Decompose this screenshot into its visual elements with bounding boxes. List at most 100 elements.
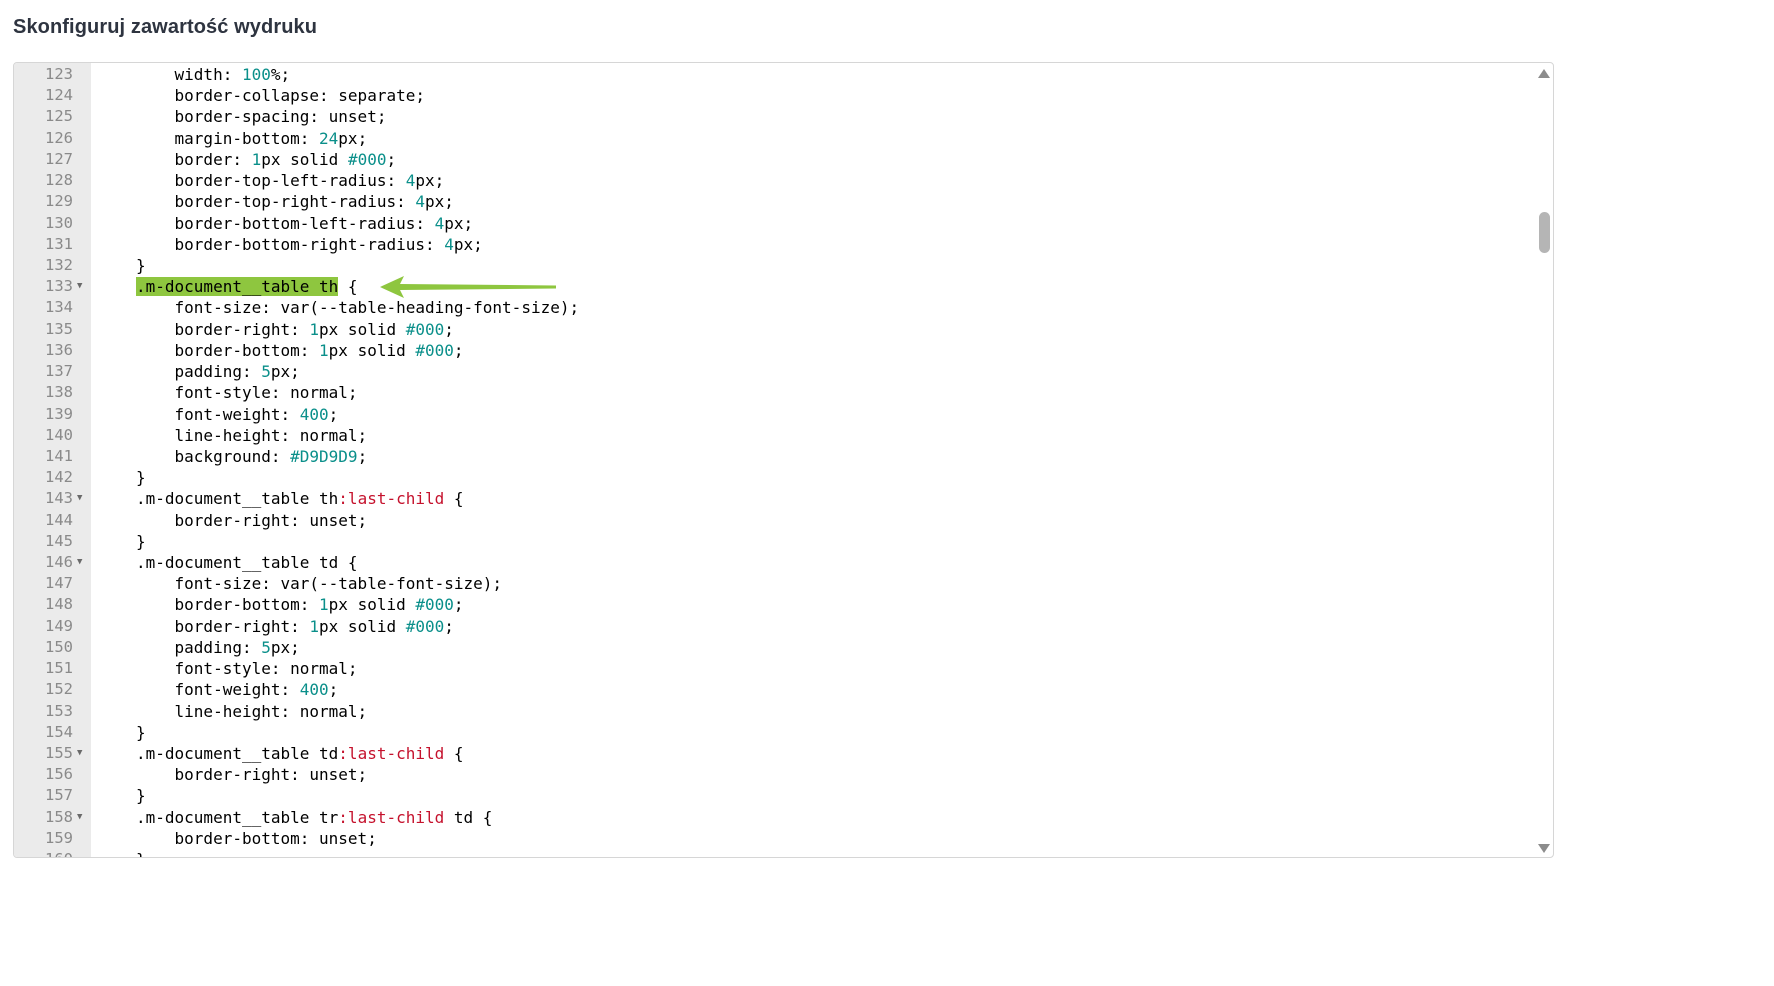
code-token: ; [357,446,368,466]
code-text: border: 1px solid #000; [136,149,397,170]
fold-toggle-icon[interactable]: ▼ [77,807,82,828]
code-text: border-spacing: unset; [136,106,387,127]
code-token: ; [453,340,464,360]
numeric-token: 400 [299,404,329,424]
code-line[interactable]: 129 border-top-right-radius: 4px; [14,191,1534,212]
code-line[interactable]: 131 border-bottom-right-radius: 4px; [14,234,1534,255]
line-number: 143 [45,489,73,508]
fold-toggle-icon[interactable]: ▼ [77,743,82,764]
code-line[interactable]: 123 width: 100%; [14,64,1534,85]
code-line[interactable]: 139 font-weight: 400; [14,404,1534,425]
code-line[interactable]: 147 font-size: var(--table-font-size); [14,573,1534,594]
code-line[interactable]: 149 border-right: 1px solid #000; [14,616,1534,637]
page-title: Skonfiguruj zawartość wydruku [13,16,318,38]
code-line[interactable]: 137 padding: 5px; [14,361,1534,382]
numeric-token: 1 [319,595,329,615]
code-token: px solid [328,340,416,360]
fold-toggle-icon[interactable]: ▼ [77,488,82,509]
code-line[interactable]: 150 padding: 5px; [14,637,1534,658]
code-line[interactable]: 155 ▼ .m-document__table td:last-child { [14,743,1534,764]
line-number: 156 [45,765,73,784]
code-line[interactable]: 130 border-bottom-left-radius: 4px; [14,213,1534,234]
numeric-token: 1 [319,340,329,360]
fold-toggle-icon[interactable]: ▼ [77,276,82,297]
code-line[interactable]: 152 font-weight: 400; [14,679,1534,700]
code-line[interactable]: 136 border-bottom: 1px solid #000; [14,340,1534,361]
code-token: line-height: normal; [136,701,368,721]
code-token: border-spacing: unset; [136,107,387,127]
code-line[interactable]: 124 border-collapse: separate; [14,85,1534,106]
code-text: border-bottom: 1px solid #000; [136,340,464,361]
line-number: 138 [45,383,73,402]
code-token: border-bottom: unset; [136,828,377,848]
code-text: border-right: unset; [136,510,368,531]
numeric-token: 4 [434,213,445,233]
code-line[interactable]: 153 line-height: normal; [14,701,1534,722]
line-number: 147 [45,574,73,593]
code-text: width: 100%; [136,64,291,85]
code-token: } [136,531,146,551]
code-token: px solid [319,319,406,339]
code-text: border-collapse: separate; [136,85,425,106]
line-number: 136 [45,340,73,359]
code-token: border-bottom: [136,340,320,360]
code-line[interactable]: 160} [14,849,1534,857]
code-line[interactable]: 159 border-bottom: unset; [14,828,1534,849]
code-line[interactable]: 143 ▼ .m-document__table th:last-child { [14,488,1534,509]
scroll-thumb[interactable] [1539,212,1550,253]
code-line[interactable]: 145} [14,531,1534,552]
line-number: 159 [45,828,73,847]
code-token: padding: [136,637,262,657]
code-line[interactable]: 128 border-top-left-radius: 4px; [14,170,1534,191]
code-editor[interactable]: 123 width: 100%; 124 border-collapse: sep… [13,62,1554,858]
code-line[interactable]: 134 font-size: var(--table-heading-font-… [14,297,1534,318]
code-line[interactable]: 146 ▼ .m-document__table td { [14,552,1534,573]
scroll-down-icon[interactable] [1538,844,1550,853]
fold-toggle-icon[interactable]: ▼ [77,552,82,573]
code-line[interactable]: 133 ▼ .m-document__table th { [14,276,1534,297]
code-line[interactable]: 156 border-right: unset; [14,764,1534,785]
code-area[interactable]: 123 width: 100%; 124 border-collapse: sep… [14,63,1534,857]
code-token: border-right: [136,319,310,339]
code-line[interactable]: 154} [14,722,1534,743]
code-token: ; [444,319,454,339]
code-line[interactable]: 148 border-bottom: 1px solid #000; [14,594,1534,615]
code-line[interactable]: 157} [14,785,1534,806]
code-text: border-bottom-right-radius: 4px; [136,234,483,255]
line-number: 123 [45,65,73,83]
vertical-scrollbar[interactable] [1535,63,1553,857]
code-token: border-right: unset; [136,510,368,530]
code-line[interactable]: 141 background: #D9D9D9; [14,446,1534,467]
code-token: background: [136,446,291,466]
code-token: px; [338,128,368,148]
code-line[interactable]: 126 margin-bottom: 24px; [14,128,1534,149]
code-line[interactable]: 144 border-right: unset; [14,510,1534,531]
code-text: .m-document__table td:last-child { [136,743,464,764]
line-number: 133 [45,277,73,296]
numeric-token: 5 [261,637,271,657]
code-line[interactable]: 132} [14,255,1534,276]
line-number: 146 [45,553,73,572]
code-token: font-weight: [136,404,300,424]
code-line[interactable]: 158 ▼ .m-document__table tr:last-child td … [14,807,1534,828]
code-token: td { [444,807,493,827]
code-token: ; [328,404,339,424]
code-line[interactable]: 125 border-spacing: unset; [14,106,1534,127]
code-text: padding: 5px; [136,361,300,382]
code-line[interactable]: 138 font-style: normal; [14,382,1534,403]
code-text: } [136,467,146,488]
line-number: 160 [14,849,73,857]
pseudo-class-token: :last-child [338,807,445,827]
code-line[interactable]: 127 border: 1px solid #000; [14,149,1534,170]
code-line[interactable]: 151 font-style: normal; [14,658,1534,679]
code-line[interactable]: 135 border-right: 1px solid #000; [14,319,1534,340]
code-line[interactable]: 142} [14,467,1534,488]
scroll-up-icon[interactable] [1538,69,1550,78]
line-number: 134 [45,298,73,317]
line-number: 142 [45,468,73,487]
numeric-token: 400 [299,680,329,700]
code-text: font-weight: 400; [136,679,339,700]
code-line[interactable]: 140 line-height: normal; [14,425,1534,446]
code-token: { [338,277,358,297]
code-token: border-top-right-radius: [136,192,416,212]
